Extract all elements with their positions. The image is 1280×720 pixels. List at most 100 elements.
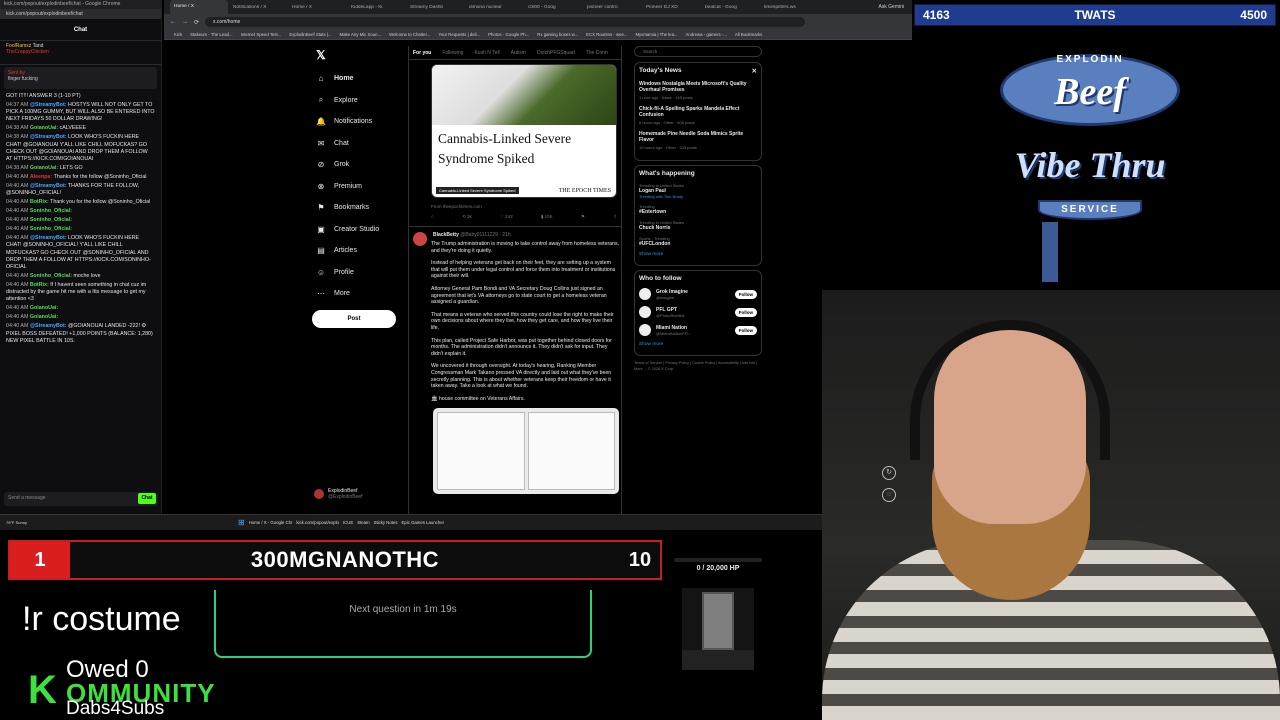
bookmark-item[interactable]: Internet Speed Test...	[241, 32, 282, 37]
avatar[interactable]	[639, 324, 651, 336]
follow-button[interactable]: Follow	[734, 289, 757, 299]
news-item[interactable]: Chick-fil-A Spelling Sparks Mandela Effe…	[639, 106, 757, 125]
chat-username[interactable]: @StreamyBot:	[30, 183, 67, 189]
chat-username[interactable]: @StreamyBot:	[30, 102, 67, 108]
chat-username[interactable]: @StreamyBot:	[30, 323, 67, 329]
trend-item[interactable]: Trending in United States Logan Paul Trend…	[639, 183, 757, 199]
bookmark-item[interactable]: Make Any Mic Soun...	[340, 32, 382, 37]
browser-tab[interactable]: beatcat - Goog	[701, 5, 759, 10]
chat-window-url[interactable]: kick.com/popout/explodinbeef/chat	[0, 9, 161, 19]
nav-item-articles[interactable]: ▤ Articles	[310, 240, 414, 262]
chat-username[interactable]: GoianoUai:	[30, 314, 58, 320]
weather-widget[interactable]: 79°F Sunny	[0, 520, 60, 525]
browser-tab[interactable]: Home / X	[170, 0, 228, 14]
browser-tab[interactable]: KiddeLapp - Ki	[347, 5, 405, 10]
nav-item-profile[interactable]: ☺ Profile	[310, 262, 414, 284]
chat-username[interactable]: Soninho_Oficial:	[30, 208, 72, 214]
search-input[interactable]: Search	[634, 46, 762, 57]
timeline-tab[interactable]: DutchPFGSquad	[537, 50, 575, 56]
tweet-media[interactable]	[433, 408, 619, 495]
nav-item-creator-studio[interactable]: ▣ Creator Studio	[310, 219, 414, 241]
post-action[interactable]: ⟲ 3k	[462, 214, 472, 220]
browser-tab[interactable]: Home / X	[288, 5, 346, 10]
nav-item-explore[interactable]: ⌕ Explore	[310, 90, 414, 112]
windows-start-icon[interactable]: ⊞	[238, 518, 245, 527]
chat-username[interactable]: Soninho_Oficial:	[30, 217, 72, 223]
chat-bubble-icon[interactable]: ◌	[882, 488, 896, 502]
bookmark-item[interactable]: Welcome to Chatter...	[389, 32, 430, 37]
bookmark-item[interactable]: Stakeum - The Lead...	[190, 32, 232, 37]
chat-username[interactable]: BotRix:	[30, 199, 49, 205]
timeline-tab[interactable]: Following	[442, 50, 463, 56]
post-action[interactable]: ▮ 10K	[541, 214, 553, 220]
bookmark-item[interactable]: Kick	[174, 32, 182, 37]
browser-tab[interactable]: dimona nuclear	[465, 5, 523, 10]
bookmark-item[interactable]: Andrewa - gamers -...	[686, 32, 727, 37]
link-card[interactable]: Cannabis-Linked Severe Syndrome Spiked C…	[431, 64, 617, 198]
bookmark-item[interactable]: Your Requests | deli...	[438, 32, 480, 37]
nav-item-chat[interactable]: ✉ Chat	[310, 133, 414, 155]
browser-tab[interactable]: ctrl00 - Goog	[524, 5, 582, 10]
chat-username[interactable]: @StreamyBot:	[30, 134, 67, 140]
post-action[interactable]: ♡ 242	[500, 214, 513, 220]
refresh-icon[interactable]: ↻	[882, 466, 896, 480]
trend-item[interactable]: Trending in United States Chuck Norris	[639, 220, 757, 231]
chat-username[interactable]: BotRix:	[30, 282, 49, 288]
news-item[interactable]: Windows Nostalgia Meets Microsoft's Qual…	[639, 81, 757, 100]
chat-username[interactable]: GoianoUai:	[30, 165, 58, 171]
bookmark-item[interactable]: ECX Rountns - wee...	[586, 32, 627, 37]
taskbar-app[interactable]: kick.com/popout/explo	[296, 520, 339, 525]
avatar[interactable]	[413, 232, 427, 246]
nav-item-premium[interactable]: ⊗ Premium	[310, 176, 414, 198]
bookmark-item[interactable]: ExplodinBeef Stats |...	[289, 32, 331, 37]
pinned-user[interactable]: TheCrappyChicken	[6, 49, 49, 55]
post-action[interactable]: ⚑	[581, 214, 585, 220]
chat-input[interactable]: Send a message Chat	[4, 492, 158, 506]
url-field[interactable]: x.com/home	[205, 17, 806, 27]
ask-gemini-button[interactable]: Ask Gemini	[870, 4, 912, 10]
follow-button[interactable]: Follow	[734, 325, 757, 335]
taskbar-app[interactable]: Home / X - Google Chr	[249, 520, 293, 525]
browser-tab[interactable]: Pioneer DJ XD	[642, 5, 700, 10]
chat-username[interactable]: Soninho_Oficial:	[30, 226, 72, 232]
timeline-tab[interactable]: Kush N Tell	[474, 50, 499, 56]
bookmark-item[interactable]: Photos - Google Ph...	[488, 32, 529, 37]
follow-button[interactable]: Follow	[734, 307, 757, 317]
browser-tab[interactable]: Notifications / X	[229, 5, 287, 10]
news-item[interactable]: Homemade Pine Needle Soda Mimics Sprite …	[639, 131, 757, 150]
nav-item-notifications[interactable]: 🔔 Notifications	[310, 111, 414, 133]
taskbar-app[interactable]: Epic Games Launcher	[402, 520, 445, 525]
post-action[interactable]: ⇧	[613, 214, 617, 220]
close-icon[interactable]: ✕	[752, 67, 757, 75]
chat-username[interactable]: Soninho_Oficial:	[30, 273, 72, 279]
nav-item-grok[interactable]: ⊘ Grok	[310, 154, 414, 176]
footer-links[interactable]: Terms of Service | Privacy Policy | Cook…	[634, 360, 762, 372]
trend-item[interactable]: Trending #Entertown	[639, 204, 757, 215]
timeline-tab[interactable]: Autism	[511, 50, 526, 56]
taskbar-app[interactable]: Steam	[357, 520, 369, 525]
chat-username[interactable]: GoianoUai:	[30, 305, 58, 311]
nav-item-home[interactable]: ⌂ Home	[310, 68, 414, 90]
follow-name[interactable]: Miami Nation @MiamiNationPFL	[656, 325, 730, 336]
bookmark-item[interactable]: All Bookmarks	[735, 32, 762, 37]
card-domain[interactable]: From theepochtimes.com	[431, 204, 482, 209]
trend-item[interactable]: Sports · Trending #UFCLondon	[639, 236, 757, 247]
avatar[interactable]	[639, 288, 651, 300]
chat-username[interactable]: Aleenpe:	[30, 174, 52, 180]
chat-username[interactable]: GoianoUai:	[30, 125, 58, 131]
reload-icon[interactable]: ⟳	[194, 19, 199, 26]
nav-item-more[interactable]: ⋯ More	[310, 283, 414, 305]
timeline-tab[interactable]: For you	[413, 50, 431, 56]
taskbar-app[interactable]: ICUE	[343, 520, 353, 525]
post-button[interactable]: Post	[312, 310, 396, 328]
show-more-link[interactable]: Show more	[639, 252, 757, 257]
x-logo-icon[interactable]: 𝕏	[310, 48, 414, 62]
chat-send-button[interactable]: Chat	[138, 493, 156, 504]
account-switcher[interactable]: ExplodinBeef @ExplodinBeef	[314, 488, 363, 500]
post-action[interactable]: ○	[431, 214, 434, 220]
chat-username[interactable]: @StreamyBot:	[30, 235, 67, 241]
avatar[interactable]	[639, 306, 651, 318]
show-more-link[interactable]: Show more	[639, 342, 757, 347]
browser-tab[interactable]: timespitters.ws	[760, 5, 818, 10]
tweet[interactable]: BlackBetty @Baby01111229 · 21h The Trump…	[413, 232, 619, 495]
